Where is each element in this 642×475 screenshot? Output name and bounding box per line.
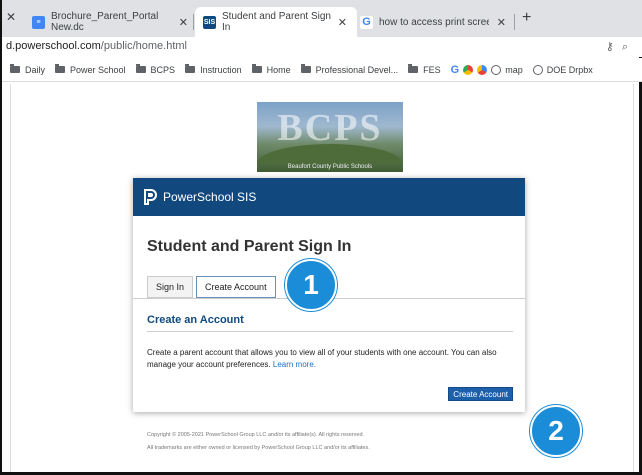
tab-brochure[interactable]: ≡ Brochure_Parent_Portal New.dc ✕ xyxy=(32,7,192,37)
bookmark-map[interactable]: map xyxy=(491,64,523,75)
learn-more-link[interactable]: Learn more. xyxy=(273,360,316,369)
browser-window: ✕ ≡ Brochure_Parent_Portal New.dc ✕ SIS … xyxy=(0,0,642,475)
bookmark-home[interactable]: Home xyxy=(251,64,291,75)
district-logo: BCPS xyxy=(277,107,383,149)
tab-create-account[interactable]: Create Account xyxy=(196,276,276,298)
key-icon[interactable]: ⚷ xyxy=(606,41,622,53)
powerschool-logo-icon xyxy=(144,189,157,205)
url-path: /public/home.html xyxy=(100,40,187,52)
step-2-badge: 2 xyxy=(530,405,582,457)
globe-icon xyxy=(532,64,543,75)
url-text[interactable]: d.powerschool.com/public/home.html xyxy=(6,40,187,52)
district-name: Beaufort County Public Schools xyxy=(287,164,373,170)
bookmark-label: FES xyxy=(423,64,441,75)
tab-google-search[interactable]: G how to access print screen on c ✕ xyxy=(360,7,510,37)
tab-sign-in-form[interactable]: Sign In xyxy=(147,276,194,298)
brand-name: PowerSchool SIS xyxy=(163,190,257,204)
folder-icon xyxy=(300,64,311,73)
bookmark-professional-devel[interactable]: Professional Devel... xyxy=(300,64,399,75)
bookmark-label: map xyxy=(505,64,523,75)
district-banner: BCPS Beaufort County Public Schools xyxy=(257,102,403,172)
zoom-icon[interactable]: ⌕ xyxy=(622,41,636,53)
tab-title: Brochure_Parent_Portal New.dc xyxy=(51,11,159,33)
bookmark-doe-drpbx[interactable]: DOE Drpbx xyxy=(532,64,593,75)
address-bar-icons: ⚷⌕ xyxy=(606,40,636,54)
new-tab-icon[interactable]: + xyxy=(522,9,531,27)
tab-separator xyxy=(514,14,515,30)
description-text: Create a parent account that allows you … xyxy=(147,348,497,369)
url-host: d.powerschool.com xyxy=(6,40,101,52)
close-icon[interactable]: ✕ xyxy=(6,10,16,24)
create-account-button[interactable]: Create Account xyxy=(448,387,513,401)
folder-icon xyxy=(55,64,66,73)
bookmark-instruction[interactable]: Instruction xyxy=(185,64,242,75)
folder-icon xyxy=(10,64,20,73)
bookmark-label: Home xyxy=(266,64,291,75)
auth-tabs: Sign In Create Account xyxy=(147,276,276,298)
trademark-text: All trademarks are either owned or licen… xyxy=(147,445,370,451)
folder-icon xyxy=(185,64,196,73)
address-bar[interactable]: d.powerschool.com/public/home.html ⚷⌕ xyxy=(2,37,642,57)
step-1-badge: 1 xyxy=(285,259,337,311)
bookmark-bcps[interactable]: BCPS xyxy=(135,64,176,75)
tab-strip: ✕ ≡ Brochure_Parent_Portal New.dc ✕ SIS … xyxy=(2,0,642,37)
bookmark-daily[interactable]: Daily xyxy=(10,64,46,75)
page-title: Student and Parent Sign In xyxy=(147,238,352,255)
section-title: Create an Account xyxy=(147,314,244,326)
copyright-text: Copyright © 2005-2021 PowerSchool Group … xyxy=(147,432,365,438)
chrome-icon[interactable] xyxy=(463,64,474,75)
tab-title: Student and Parent Sign In xyxy=(222,11,331,33)
tab-sign-in[interactable]: SIS Student and Parent Sign In ✕ xyxy=(195,7,357,37)
card-header: PowerSchool SIS xyxy=(133,178,525,216)
powerschool-favicon: SIS xyxy=(203,15,216,29)
bookmarks-bar: Daily Power School BCPS Instruction Home… xyxy=(2,58,642,82)
folder-icon xyxy=(251,64,262,73)
bookmark-label: Power School xyxy=(70,64,126,75)
folder-icon xyxy=(135,64,146,73)
bookmark-label: DOE Drpbx xyxy=(546,64,593,75)
bookmark-label: Daily xyxy=(25,64,46,75)
bookmark-power-school[interactable]: Power School xyxy=(55,64,126,75)
divider xyxy=(147,331,513,332)
google-icon[interactable]: G xyxy=(451,64,460,76)
bookmark-label: Instruction xyxy=(200,64,242,75)
close-icon[interactable]: ✕ xyxy=(334,16,351,29)
google-icon: G xyxy=(360,15,373,29)
globe-icon xyxy=(491,64,502,75)
close-icon[interactable]: ✕ xyxy=(175,16,192,29)
chrome-icon[interactable] xyxy=(477,64,488,75)
account-description: Create a parent account that allows you … xyxy=(147,347,517,371)
close-icon[interactable]: ✕ xyxy=(493,16,510,29)
tab-title: how to access print screen on c xyxy=(379,16,489,28)
docs-icon: ≡ xyxy=(32,15,45,29)
tab-separator xyxy=(193,14,194,30)
bookmark-fes[interactable]: FES xyxy=(408,64,441,75)
footer: Copyright © 2005-2021 PowerSchool Group … xyxy=(147,429,370,455)
folder-icon xyxy=(408,64,419,73)
bookmark-label: Professional Devel... xyxy=(315,64,399,75)
bookmark-label: BCPS xyxy=(150,64,176,75)
